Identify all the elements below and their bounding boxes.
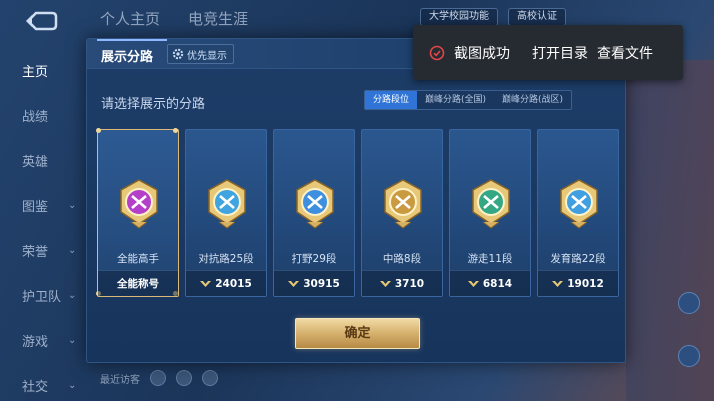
open-folder-link[interactable]: 打开目录	[532, 43, 588, 63]
lane-card[interactable]: 发育路22段 19012	[537, 129, 619, 297]
title-accent-line	[97, 39, 167, 41]
lane-card[interactable]: 中路8段 3710	[361, 129, 443, 297]
top-right-chips: 大学校园功能 高校认证	[420, 8, 566, 26]
peak-score-icon	[200, 281, 212, 287]
right-decoration	[626, 60, 714, 401]
roam-emblem-icon	[472, 179, 510, 229]
side-nav-label: 战绩	[22, 110, 49, 125]
confirm-button[interactable]: 确定	[295, 318, 420, 349]
screenshot-toast: 截图成功 打开目录 查看文件	[413, 25, 683, 80]
gear-icon	[172, 48, 184, 60]
side-nav-item[interactable]: 社交 ⌄	[0, 363, 86, 401]
lane-card-name: 游走11段	[467, 253, 513, 265]
campus-auth-chip[interactable]: 高校认证	[508, 8, 566, 26]
display-lane-dialog: 展示分路 优先显示 请选择展示的分路 分路段位 巅峰分路(全国) 巅峰分路(战区) …	[86, 38, 626, 363]
lane-card-score: 24015	[215, 277, 252, 290]
view-file-link[interactable]: 查看文件	[597, 43, 653, 63]
lane-card-name: 全能高手	[117, 253, 159, 265]
lane-card-footer: 3710	[362, 270, 442, 296]
back-logo-icon[interactable]	[22, 10, 58, 32]
side-nav-item[interactable]: 游戏 ⌄	[0, 318, 86, 363]
lane-card[interactable]: 全能高手 全能称号	[96, 128, 179, 297]
side-nav-label: 荣誉	[22, 245, 49, 260]
peak-score-icon	[467, 281, 479, 287]
dialog-title: 展示分路	[101, 50, 154, 65]
all-round-emblem-icon	[120, 179, 158, 229]
lane-type-tab[interactable]: 巅峰分路(全国)	[417, 91, 494, 109]
lane-card[interactable]: 对抗路25段 24015	[185, 129, 267, 297]
farm-lane-emblem-icon	[560, 179, 598, 229]
side-nav-item[interactable]: 战绩	[0, 93, 86, 138]
campus-feature-chip[interactable]: 大学校园功能	[420, 8, 498, 26]
lane-card-score: 3710	[394, 277, 425, 290]
side-nav-item[interactable]: 英雄	[0, 138, 86, 183]
lane-card-score: 全能称号	[117, 278, 159, 290]
clash-lane-emblem-icon	[208, 179, 246, 229]
lane-card[interactable]: 打野29段 30915	[273, 129, 355, 297]
lane-card[interactable]: 游走11段 6814	[449, 129, 531, 297]
lane-type-tab[interactable]: 分路段位	[365, 91, 418, 109]
side-nav-item[interactable]: 主页	[0, 48, 86, 93]
side-nav-label: 游戏	[22, 335, 49, 350]
peak-score-icon	[552, 281, 564, 287]
side-nav-item[interactable]: 图鉴 ⌄	[0, 183, 86, 228]
tab-esports-career[interactable]: 电竞生涯	[188, 8, 248, 29]
visitor-avatar[interactable]	[202, 370, 218, 386]
lane-card-name: 发育路22段	[550, 253, 606, 265]
lane-type-tab[interactable]: 巅峰分路(战区)	[494, 91, 571, 109]
lane-type-tabs: 分路段位 巅峰分路(全国) 巅峰分路(战区)	[364, 90, 573, 110]
lane-card-footer: 30915	[274, 270, 354, 296]
lane-card-score: 30915	[303, 277, 340, 290]
side-nav-label: 护卫队	[22, 290, 62, 305]
peak-score-icon	[379, 281, 391, 287]
selection-corner	[173, 128, 178, 133]
recent-visitors: 最近访客	[100, 370, 218, 386]
lane-card-name: 对抗路25段	[198, 253, 254, 265]
tab-personal-home[interactable]: 个人主页	[100, 8, 160, 29]
select-lane-prompt: 请选择展示的分路	[101, 97, 206, 112]
lane-card-footer: 全能称号	[98, 270, 178, 296]
side-nav: 主页战绩英雄图鉴 ⌄ 荣誉 ⌄ 护卫队 ⌄ 游戏 ⌄ 社交 ⌄	[0, 48, 86, 401]
mid-lane-emblem-icon	[384, 179, 422, 229]
check-circle-icon	[429, 45, 445, 60]
selection-corner	[96, 128, 101, 133]
lane-card-score: 19012	[567, 277, 604, 290]
lane-card-footer: 24015	[186, 270, 266, 296]
lane-card-name: 中路8段	[382, 253, 422, 265]
side-nav-item[interactable]: 护卫队 ⌄	[0, 273, 86, 318]
visitor-avatar[interactable]	[150, 370, 166, 386]
side-nav-label: 社交	[22, 380, 49, 395]
top-tabs: 个人主页 电竞生涯	[100, 8, 248, 29]
lane-card-footer: 6814	[450, 270, 530, 296]
chevron-down-icon: ⌄	[68, 245, 77, 256]
visitor-avatar[interactable]	[176, 370, 192, 386]
chevron-down-icon: ⌄	[68, 335, 77, 346]
right-bubble-icon[interactable]	[678, 345, 700, 367]
recent-visitors-label: 最近访客	[100, 374, 140, 386]
lane-card-footer: 19012	[538, 270, 618, 296]
priority-display-button[interactable]: 优先显示	[167, 44, 234, 64]
priority-display-label: 优先显示	[187, 50, 227, 62]
toast-message: 截图成功	[454, 45, 510, 62]
side-nav-label: 主页	[22, 65, 49, 80]
peak-score-icon	[288, 281, 300, 287]
jungle-emblem-icon	[296, 179, 334, 229]
lane-card-score: 6814	[482, 277, 513, 290]
right-bubble-icon[interactable]	[678, 292, 700, 314]
side-nav-label: 图鉴	[22, 200, 49, 215]
chevron-down-icon: ⌄	[68, 380, 77, 391]
lane-card-name: 打野29段	[291, 253, 337, 265]
side-nav-item[interactable]: 荣誉 ⌄	[0, 228, 86, 273]
chevron-down-icon: ⌄	[68, 200, 77, 211]
chevron-down-icon: ⌄	[68, 290, 77, 301]
side-nav-label: 英雄	[22, 155, 49, 170]
